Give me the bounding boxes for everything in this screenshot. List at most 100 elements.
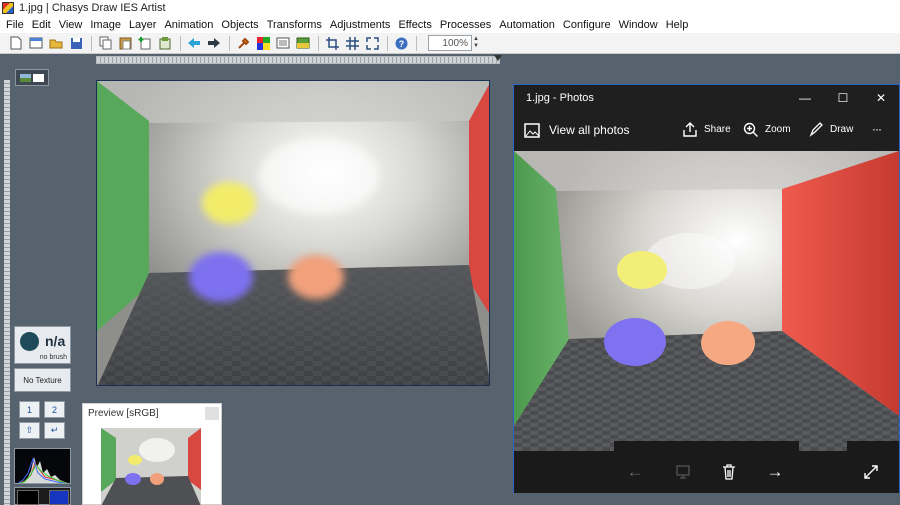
menu-effects[interactable]: Effects: [394, 19, 435, 31]
view-all-photos-button[interactable]: View all photos: [524, 122, 630, 138]
texture-label: No Texture: [23, 375, 62, 385]
zoom-value: 100%: [442, 37, 468, 49]
menu-window[interactable]: Window: [615, 19, 662, 31]
color-icon[interactable]: [255, 35, 271, 51]
key-2-label: 2: [51, 404, 57, 415]
photos-bottom-bar: ← →: [514, 451, 899, 493]
primary-color-swatch[interactable]: [17, 490, 39, 505]
adjust-icon[interactable]: [295, 35, 311, 51]
layer-thumbnail[interactable]: [15, 69, 49, 86]
menu-transforms[interactable]: Transforms: [263, 19, 326, 31]
brush-selector[interactable]: n/a no brush: [14, 326, 71, 364]
menu-processes[interactable]: Processes: [436, 19, 495, 31]
photo-scene: [514, 151, 899, 451]
image-canvas[interactable]: [96, 80, 490, 386]
paste-layer-icon[interactable]: [157, 35, 173, 51]
toolbar-separator: [318, 35, 319, 51]
slideshow-icon[interactable]: [672, 461, 694, 483]
toolbar-separator: [229, 35, 230, 51]
open-icon[interactable]: [48, 35, 64, 51]
close-button[interactable]: ✕: [863, 85, 899, 110]
draw-button[interactable]: Draw: [808, 122, 853, 137]
close-icon: ✕: [875, 90, 887, 105]
zoom-spinner[interactable]: ▲ ▼: [472, 35, 480, 51]
new-icon[interactable]: [8, 35, 24, 51]
help-icon[interactable]: ?: [393, 35, 409, 51]
preview-scene: [101, 428, 201, 505]
eyedropper-icon[interactable]: [235, 35, 251, 51]
preview-panel: Preview [sRGB]: [82, 403, 222, 505]
expand-icon[interactable]: [860, 461, 882, 483]
menu-view[interactable]: View: [55, 19, 87, 31]
color-swatches[interactable]: [14, 487, 71, 505]
menu-objects[interactable]: Objects: [217, 19, 262, 31]
zoom-input[interactable]: 100%: [428, 35, 472, 51]
maximize-icon: ☐: [837, 90, 849, 105]
next-arrow-icon[interactable]: →: [764, 461, 786, 483]
photo-view[interactable]: [514, 151, 899, 451]
fullscreen-icon[interactable]: [364, 35, 380, 51]
new-window-icon[interactable]: [28, 35, 44, 51]
share-label: Share: [704, 124, 731, 135]
toolbar-separator: [180, 35, 181, 51]
enter-arrow-icon: ↵: [50, 425, 59, 435]
save-icon[interactable]: [68, 35, 84, 51]
share-icon: [683, 122, 697, 137]
preview-image: [101, 428, 201, 505]
shift-key-button[interactable]: ⇧: [19, 422, 40, 439]
spin-up-icon[interactable]: ▲: [473, 36, 479, 43]
layer-mask-icon: [33, 73, 44, 82]
copy-icon[interactable]: [97, 35, 113, 51]
menu-layer[interactable]: Layer: [125, 19, 161, 31]
histogram-panel[interactable]: [14, 448, 71, 484]
menu-bar: File Edit View Image Layer Animation Obj…: [0, 16, 900, 33]
enter-key-button[interactable]: ↵: [44, 422, 65, 439]
brush-subtitle: no brush: [39, 354, 67, 361]
brush-preview-icon: [20, 332, 39, 351]
redo-icon[interactable]: [206, 35, 222, 51]
zoom-button[interactable]: Zoom: [743, 122, 791, 137]
crop-icon[interactable]: [324, 35, 340, 51]
gallery-icon: [524, 122, 540, 138]
photos-window: 1.jpg - Photos — ☐ ✕ View all photos Sha…: [513, 84, 900, 493]
horizontal-ruler[interactable]: [96, 56, 500, 64]
menu-animation[interactable]: Animation: [160, 19, 217, 31]
view-all-label: View all photos: [549, 123, 630, 137]
paste-new-icon[interactable]: [137, 35, 153, 51]
key-1-button[interactable]: 1: [19, 401, 40, 418]
menu-image[interactable]: Image: [86, 19, 125, 31]
preview-close-button[interactable]: [205, 407, 219, 420]
maximize-button[interactable]: ☐: [825, 85, 861, 110]
spin-down-icon[interactable]: ▼: [473, 43, 479, 50]
menu-configure[interactable]: Configure: [559, 19, 615, 31]
menu-automation[interactable]: Automation: [495, 19, 559, 31]
ruler-marker-icon[interactable]: [494, 55, 502, 61]
delete-icon[interactable]: [718, 461, 740, 483]
photos-title: 1.jpg - Photos: [526, 91, 594, 104]
menu-file[interactable]: File: [2, 19, 28, 31]
undo-icon[interactable]: [186, 35, 202, 51]
window-title: 1.jpg | Chasys Draw IES Artist: [19, 2, 166, 14]
layers-icon[interactable]: [275, 35, 291, 51]
minimize-button[interactable]: —: [787, 85, 823, 110]
secondary-color-swatch[interactable]: [49, 490, 69, 505]
main-toolbar: ? 100% ▲ ▼: [0, 33, 900, 54]
toolbar-separator: [416, 35, 417, 51]
pen-icon: [809, 122, 823, 137]
share-button[interactable]: Share: [682, 122, 731, 137]
texture-button[interactable]: No Texture: [14, 368, 71, 392]
menu-help[interactable]: Help: [662, 19, 693, 31]
paste-icon[interactable]: [117, 35, 133, 51]
title-bar: 1.jpg | Chasys Draw IES Artist: [0, 0, 900, 16]
menu-adjustments[interactable]: Adjustments: [326, 19, 395, 31]
more-options-button[interactable]: ···: [872, 122, 882, 136]
preview-title: Preview [sRGB]: [88, 408, 159, 419]
svg-text:?: ?: [398, 39, 404, 49]
previous-arrow-icon[interactable]: ←: [624, 461, 646, 483]
menu-edit[interactable]: Edit: [28, 19, 55, 31]
zoom-label: Zoom: [765, 124, 791, 135]
grid-icon[interactable]: [344, 35, 360, 51]
key-2-button[interactable]: 2: [44, 401, 65, 418]
vertical-ruler[interactable]: [4, 80, 10, 505]
photos-toolbar: View all photos Share Zoom Draw ···: [514, 110, 899, 150]
